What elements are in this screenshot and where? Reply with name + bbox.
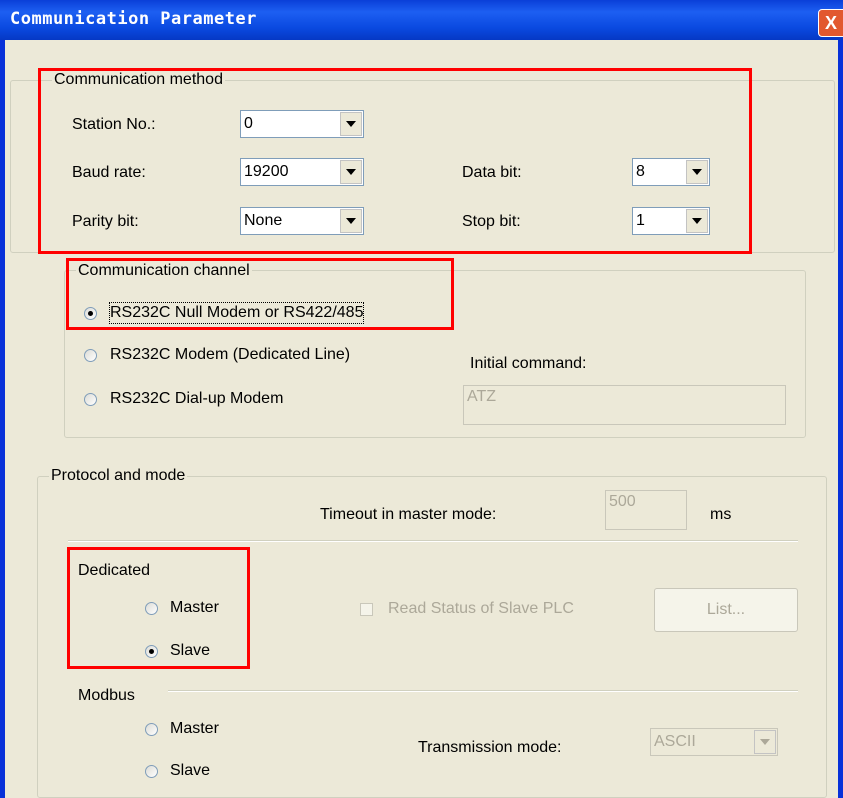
list-button[interactable]: List... <box>654 588 798 632</box>
timeout-input[interactable]: 500 <box>605 490 687 530</box>
initial-command-value: ATZ <box>467 388 497 405</box>
read-status-checkbox[interactable] <box>360 603 373 616</box>
radio-modbus-slave[interactable] <box>145 765 158 778</box>
transmission-value: ASCII <box>654 733 696 750</box>
window-title: Communication Parameter <box>10 9 257 29</box>
list-button-label: List... <box>706 601 746 618</box>
read-status-label[interactable]: Read Status of Slave PLC <box>388 599 574 619</box>
radio-modbus-master[interactable] <box>145 723 158 736</box>
annotation-box-dedicated <box>67 547 250 669</box>
timeout-label: Timeout in master mode: <box>320 506 497 523</box>
transmission-combo[interactable]: ASCII <box>650 728 778 756</box>
close-button[interactable]: X <box>818 9 843 37</box>
window-border-left <box>0 40 5 798</box>
radio-dial-up[interactable] <box>84 393 97 406</box>
divider-modbus <box>168 690 798 692</box>
annotation-box-channel <box>66 258 454 330</box>
window-border-right <box>838 40 843 798</box>
divider-timeout <box>68 540 798 542</box>
chevron-down-icon[interactable] <box>754 730 776 754</box>
modbus-slave-label[interactable]: Slave <box>170 761 210 781</box>
timeout-unit: ms <box>710 506 732 523</box>
initial-command-label: Initial command: <box>470 355 587 372</box>
radio-dedicated-line[interactable] <box>84 349 97 362</box>
dial-up-label[interactable]: RS232C Dial-up Modem <box>110 389 283 409</box>
modbus-master-label[interactable]: Master <box>170 719 219 739</box>
title-bar[interactable]: Communication Parameter X <box>0 0 843 40</box>
dedicated-line-label[interactable]: RS232C Modem (Dedicated Line) <box>110 345 350 365</box>
transmission-label: Transmission mode: <box>418 739 562 756</box>
initial-command-input[interactable]: ATZ <box>463 385 786 425</box>
protocol-legend: Protocol and mode <box>49 467 188 485</box>
modbus-label: Modbus <box>78 687 135 704</box>
annotation-box-method <box>38 68 752 254</box>
timeout-value: 500 <box>609 493 636 510</box>
